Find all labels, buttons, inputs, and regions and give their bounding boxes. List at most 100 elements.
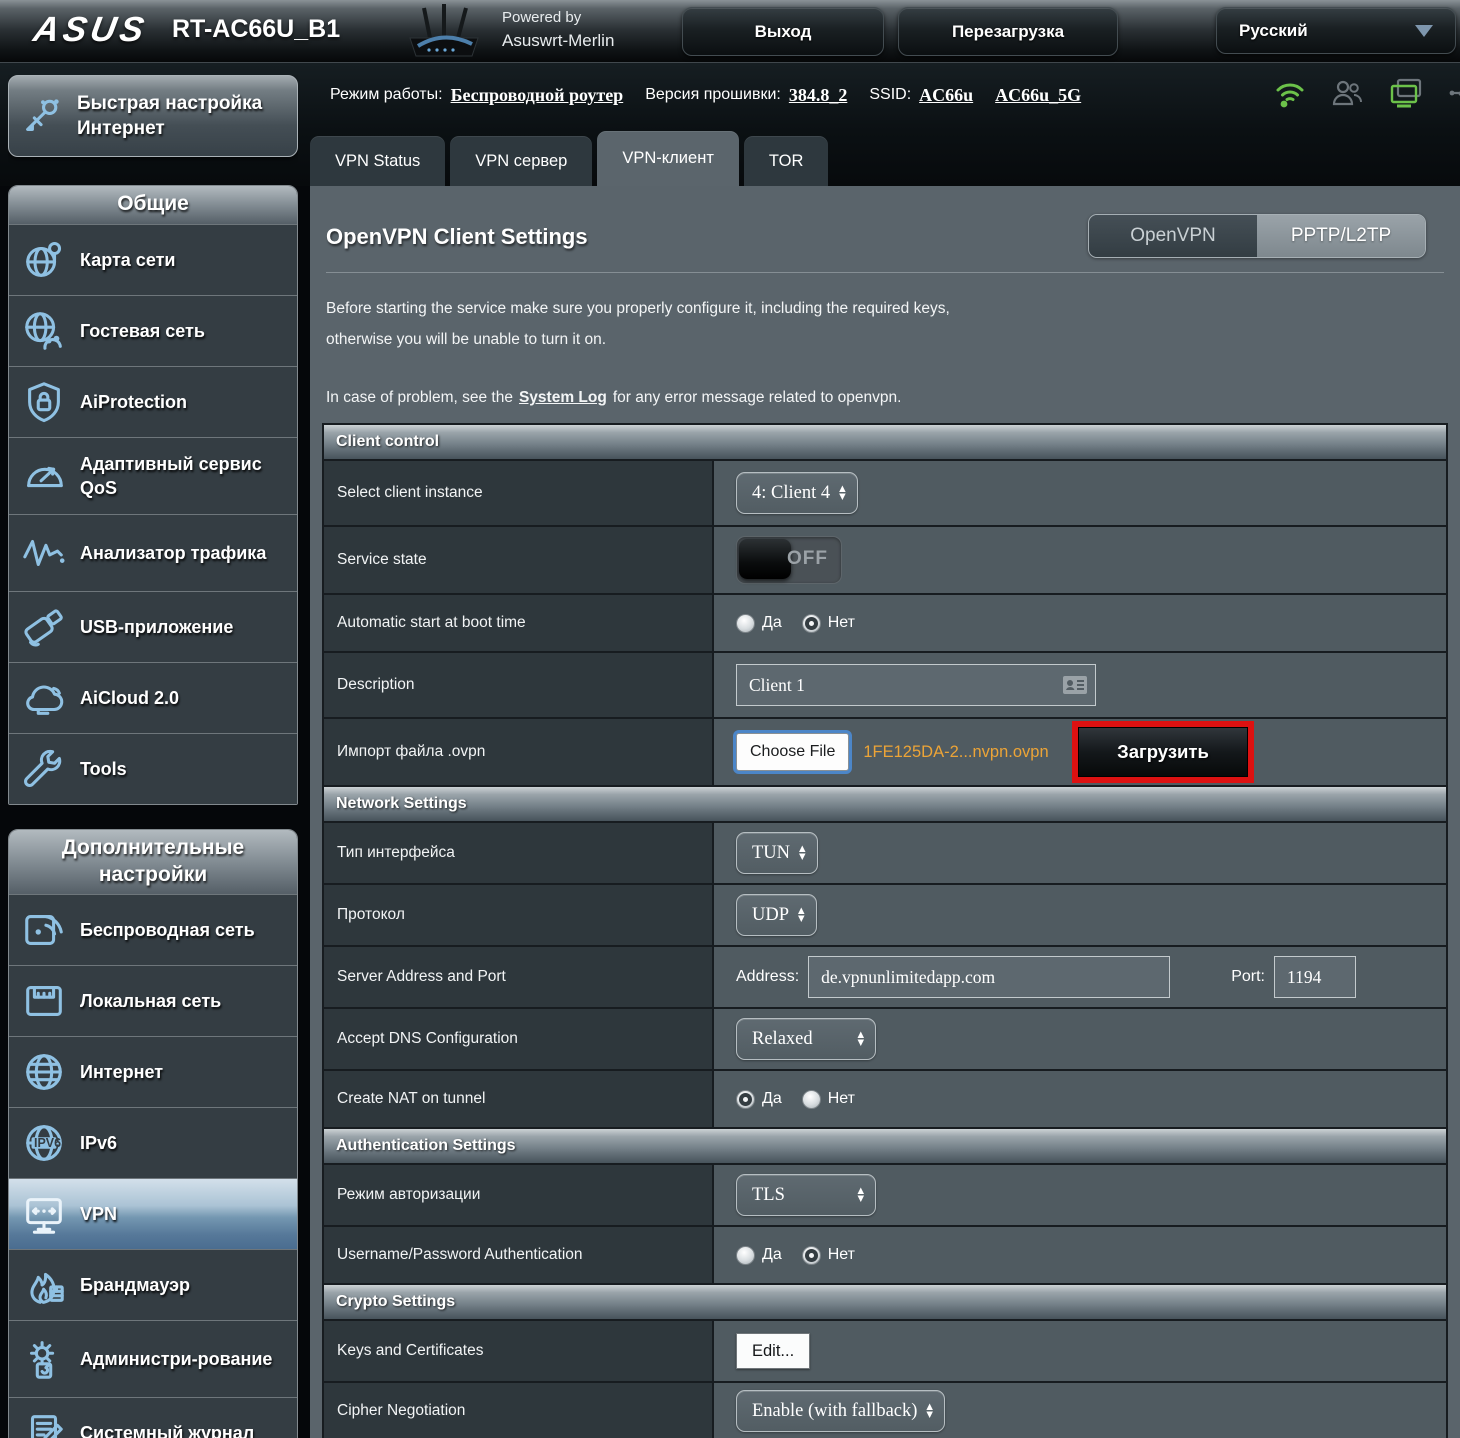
table-row: Keys and Certificates Edit... xyxy=(324,1319,1446,1381)
userpass-auth-label: Username/Password Authentication xyxy=(324,1227,714,1283)
openvpn-toggle-button[interactable]: OpenVPN xyxy=(1089,215,1257,257)
vpn-tabs: VPN Status VPN сервер VPN-клиент TOR xyxy=(310,131,829,186)
tab-vpn-status[interactable]: VPN Status xyxy=(310,136,446,186)
table-row: Username/Password Authentication Да Нет xyxy=(324,1225,1446,1283)
sidebar-item-qos[interactable]: Адаптивный сервис QoS xyxy=(9,437,297,514)
traffic-analyzer-icon xyxy=(23,539,65,567)
sidebar-item-label: AiProtection xyxy=(80,392,188,412)
title-divider xyxy=(326,272,1444,273)
tab-tor[interactable]: TOR xyxy=(743,136,829,186)
operation-mode-label: Режим работы: xyxy=(330,86,443,103)
wifi-status-icon[interactable] xyxy=(1274,78,1306,108)
interface-type-select[interactable]: TUN ▲ ▼ xyxy=(736,832,818,874)
cipher-negotiation-select[interactable]: Enable (with fallback) ▲ ▼ xyxy=(736,1390,945,1432)
userpass-no-radio[interactable] xyxy=(801,1245,821,1265)
sidebar-item-tools[interactable]: Tools xyxy=(9,733,297,804)
table-row: Server Address and Port Address: Port: xyxy=(324,945,1446,1007)
upload-button[interactable]: Загрузить xyxy=(1078,727,1248,777)
sidebar-item-aicloud[interactable]: AiCloud 2.0 xyxy=(9,662,297,733)
pptp-l2tp-toggle-button[interactable]: PPTP/L2TP xyxy=(1257,215,1425,257)
sidebar-item-aiprotection[interactable]: AiProtection xyxy=(9,366,297,437)
table-row: Cipher Negotiation Enable (with fallback… xyxy=(324,1381,1446,1438)
router-image xyxy=(409,4,479,57)
sidebar-item-label: Администри-рование xyxy=(80,1349,273,1369)
updown-arrows-icon: ▲ ▼ xyxy=(926,1402,933,1420)
logout-button[interactable]: Выход xyxy=(682,7,884,56)
sidebar-item-wireless[interactable]: Беспроводная сеть xyxy=(9,894,297,965)
sidebar-item-internet[interactable]: Интернет xyxy=(9,1036,297,1107)
radio-no-label: Нет xyxy=(827,1090,855,1107)
tab-vpn-server[interactable]: VPN сервер xyxy=(450,136,593,186)
sidebar-item-guest-network[interactable]: Гостевая сеть xyxy=(9,295,297,366)
choose-file-button[interactable]: Choose File xyxy=(736,733,850,771)
radio-no-label: Нет xyxy=(827,614,855,631)
sidebar-item-label: Гостевая сеть xyxy=(80,321,205,341)
sidebar-item-system-log[interactable]: Системный журнал xyxy=(9,1397,297,1438)
quick-setup-label: Быстрая настройка Интернет xyxy=(77,93,263,139)
auth-mode-label: Режим авторизации xyxy=(324,1165,714,1225)
protocol-select[interactable]: UDP ▲ ▼ xyxy=(736,894,817,936)
operation-mode-link[interactable]: Беспроводной роутер xyxy=(451,85,624,106)
sidebar-item-traffic-analyzer[interactable]: Анализатор трафика xyxy=(9,514,297,591)
accept-dns-select[interactable]: Relaxed ▲ ▼ xyxy=(736,1018,876,1060)
sidebar: Быстрая настройка Интернет Общие Карта с… xyxy=(8,75,298,1438)
network-devices-icon[interactable] xyxy=(1388,78,1424,108)
guest-network-icon xyxy=(25,312,62,350)
updown-arrows-icon: ▲ ▼ xyxy=(798,906,805,924)
reboot-button[interactable]: Перезагрузка xyxy=(898,7,1118,56)
sidebar-item-network-map[interactable]: Карта сети xyxy=(9,224,297,295)
tab-vpn-client[interactable]: VPN-клиент xyxy=(597,131,739,186)
sidebar-item-label: Локальная сеть xyxy=(80,991,222,1011)
sidebar-item-ipv6[interactable]: IPV6 IPv6 xyxy=(9,1107,297,1178)
table-row: Service state OFF xyxy=(324,525,1446,593)
system-log-link[interactable]: System Log xyxy=(519,389,607,406)
status-icons xyxy=(1274,78,1460,108)
chevron-down-icon xyxy=(1415,24,1433,37)
ipv6-icon: IPV6 xyxy=(26,1125,62,1161)
edit-keys-button[interactable]: Edit... xyxy=(736,1333,811,1369)
ssid-5ghz-link[interactable]: AC66u_5G xyxy=(995,85,1081,106)
autostart-no-radio[interactable] xyxy=(801,613,821,633)
clients-icon[interactable] xyxy=(1330,78,1364,108)
toggle-knob xyxy=(739,539,791,579)
userpass-yes-radio[interactable] xyxy=(736,1245,755,1265)
keys-certificates-label: Keys and Certificates xyxy=(324,1321,714,1381)
server-port-input[interactable] xyxy=(1274,956,1356,998)
nat-yes-radio[interactable] xyxy=(736,1089,755,1109)
accept-dns-label: Accept DNS Configuration xyxy=(324,1009,714,1069)
vpn-type-toggle: OpenVPN PPTP/L2TP xyxy=(1088,214,1426,258)
general-menu: Общие Карта сети Гостевая сеть AiProtect… xyxy=(8,185,298,805)
description-input[interactable] xyxy=(736,664,1096,706)
sidebar-item-label: VPN xyxy=(80,1204,118,1224)
asus-logo: ASUS xyxy=(30,10,151,49)
nat-no-radio[interactable] xyxy=(801,1089,821,1109)
interface-type-label: Тип интерфейса xyxy=(324,823,714,883)
sidebar-item-firewall[interactable]: Брандмауэр xyxy=(9,1249,297,1320)
language-select[interactable]: Русский xyxy=(1216,7,1456,54)
sidebar-item-usb-application[interactable]: USB-приложение xyxy=(9,591,297,662)
radio-yes-label: Да xyxy=(762,1246,782,1263)
sidebar-item-administration[interactable]: Администри-рование xyxy=(9,1320,297,1397)
firmware-version-link[interactable]: 384.8_2 xyxy=(789,85,848,106)
client-instance-select[interactable]: 4: Client 4 ▲ ▼ xyxy=(736,472,858,514)
usb-status-icon[interactable] xyxy=(1448,79,1460,107)
server-address-input[interactable] xyxy=(808,956,1171,998)
sidebar-item-vpn[interactable]: VPN xyxy=(9,1178,297,1249)
table-row: Протокол UDP ▲ ▼ xyxy=(324,883,1446,945)
quick-internet-setup-button[interactable]: Быстрая настройка Интернет xyxy=(8,75,298,157)
highlight-annotation: Загрузить xyxy=(1072,721,1254,783)
sidebar-item-lan[interactable]: Локальная сеть xyxy=(9,965,297,1036)
general-section-header: Общие xyxy=(9,186,297,224)
router-model: RT-AC66U_B1 xyxy=(172,15,341,43)
server-address-port-label: Server Address and Port xyxy=(324,947,714,1007)
autostart-yes-radio[interactable] xyxy=(736,613,755,633)
service-state-toggle[interactable]: OFF xyxy=(736,536,842,584)
cipher-negotiation-label: Cipher Negotiation xyxy=(324,1383,714,1438)
service-state-label: Service state xyxy=(324,527,714,593)
ssid-24ghz-link[interactable]: AC66u xyxy=(919,85,973,106)
cloud-icon xyxy=(26,685,64,715)
auth-mode-select[interactable]: TLS ▲ ▼ xyxy=(736,1174,876,1216)
updown-arrows-icon: ▲ ▼ xyxy=(857,1030,864,1048)
contact-card-icon[interactable] xyxy=(1062,675,1088,695)
sidebar-item-label: Беспроводная сеть xyxy=(80,920,255,940)
